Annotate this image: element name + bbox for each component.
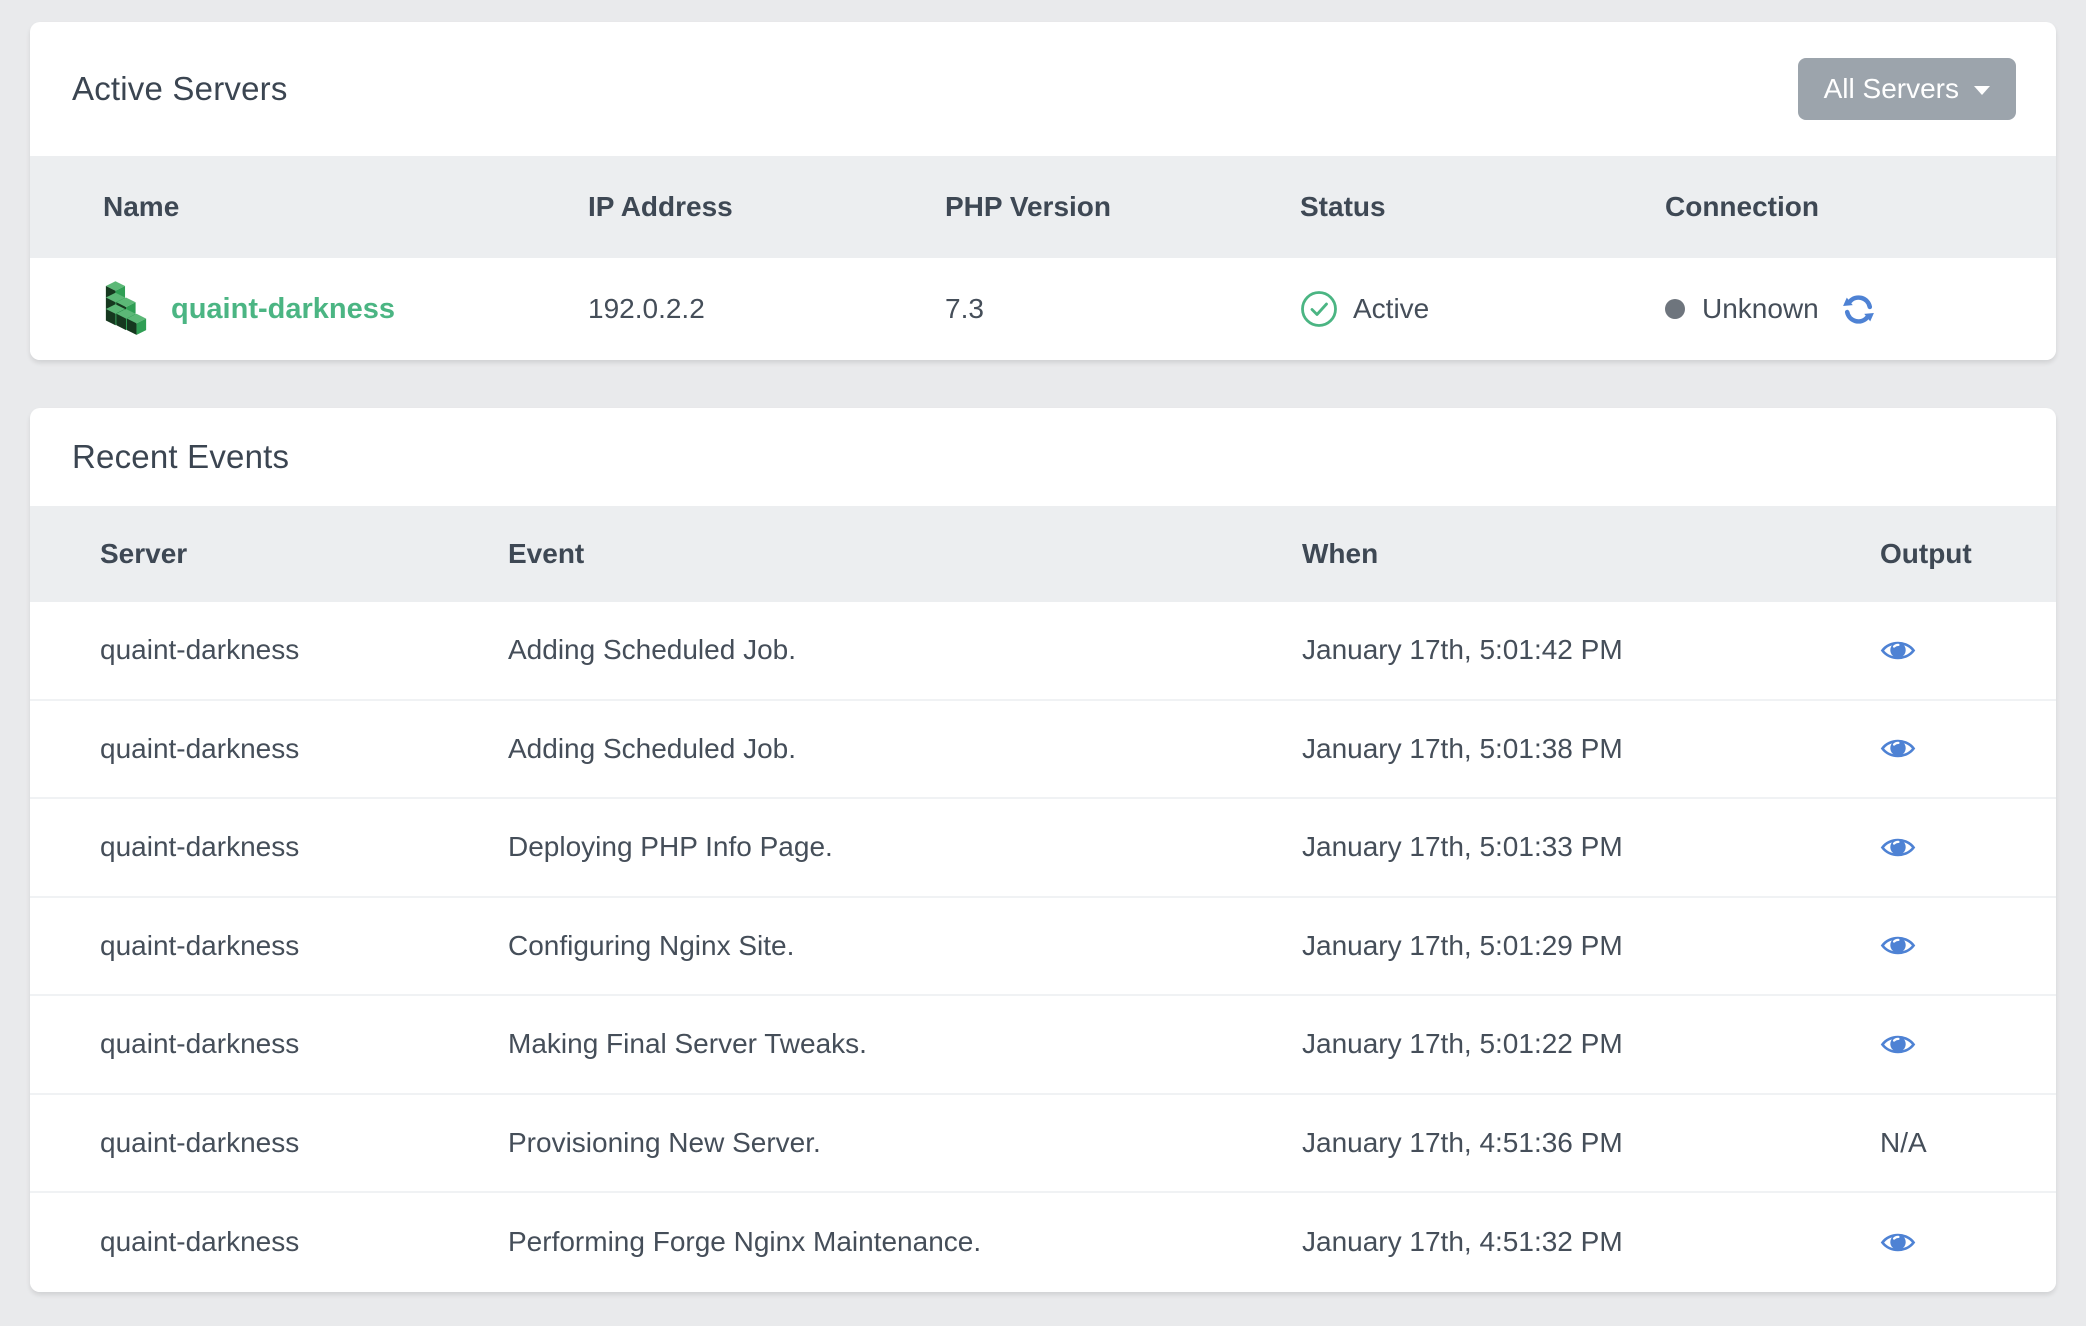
event-description: Adding Scheduled Job. (508, 733, 1302, 765)
column-header-event: Event (508, 538, 1302, 570)
event-row: quaint-darkness Making Final Server Twea… (30, 996, 2056, 1095)
event-server: quaint-darkness (100, 1028, 508, 1060)
event-row: quaint-darkness Provisioning New Server.… (30, 1095, 2056, 1194)
column-header-server: Server (100, 538, 508, 570)
refresh-icon (1840, 291, 1877, 328)
recent-events-title: Recent Events (72, 438, 289, 476)
server-status-label: Active (1353, 293, 1429, 325)
event-description: Performing Forge Nginx Maintenance. (508, 1226, 1302, 1258)
linode-cubes-icon (103, 278, 149, 340)
event-row: quaint-darkness Deploying PHP Info Page.… (30, 799, 2056, 898)
view-output-button[interactable] (1880, 1229, 1916, 1256)
event-output-cell (1880, 1031, 2056, 1058)
event-row: quaint-darkness Adding Scheduled Job. Ja… (30, 701, 2056, 800)
all-servers-dropdown-button[interactable]: All Servers (1798, 58, 2016, 120)
eye-icon (1880, 1031, 1916, 1058)
event-description: Provisioning New Server. (508, 1127, 1302, 1159)
event-description: Deploying PHP Info Page. (508, 831, 1302, 863)
event-output-cell (1880, 834, 2056, 861)
column-header-ip-address: IP Address (588, 191, 945, 223)
event-description: Configuring Nginx Site. (508, 930, 1302, 962)
eye-icon (1880, 834, 1916, 861)
event-output-cell (1880, 1229, 2056, 1256)
events-table-header: Server Event When Output (30, 506, 2056, 602)
eye-icon (1880, 1229, 1916, 1256)
event-server: quaint-darkness (100, 1226, 508, 1258)
event-output-cell (1880, 735, 2056, 762)
event-when: January 17th, 4:51:36 PM (1302, 1127, 1880, 1159)
recent-events-panel: Recent Events Server Event When Output q… (30, 408, 2056, 1292)
column-header-connection: Connection (1665, 191, 2056, 223)
server-name-link[interactable]: quaint-darkness (171, 293, 395, 326)
event-server: quaint-darkness (100, 634, 508, 666)
event-when: January 17th, 5:01:33 PM (1302, 831, 1880, 863)
active-servers-title: Active Servers (72, 70, 288, 108)
event-server: quaint-darkness (100, 831, 508, 863)
view-output-button[interactable] (1880, 834, 1916, 861)
event-row: quaint-darkness Performing Forge Nginx M… (30, 1193, 2056, 1292)
event-server: quaint-darkness (100, 733, 508, 765)
column-header-output: Output (1880, 538, 2056, 570)
column-header-php-version: PHP Version (945, 191, 1300, 223)
server-php-version: 7.3 (945, 293, 1300, 325)
server-ip-address: 192.0.2.2 (588, 293, 945, 325)
server-status-cell: Active (1300, 290, 1665, 328)
check-circle-icon (1300, 290, 1338, 328)
event-row: quaint-darkness Adding Scheduled Job. Ja… (30, 602, 2056, 701)
view-output-button[interactable] (1880, 735, 1916, 762)
server-name-cell: quaint-darkness (103, 278, 588, 340)
event-server: quaint-darkness (100, 1127, 508, 1159)
server-connection-cell: Unknown (1665, 291, 2056, 328)
view-output-button[interactable] (1880, 932, 1916, 959)
event-output-cell (1880, 932, 2056, 959)
view-output-button[interactable] (1880, 1031, 1916, 1058)
column-header-name: Name (103, 191, 588, 223)
event-output-cell (1880, 637, 2056, 664)
column-header-when: When (1302, 538, 1880, 570)
active-servers-header: Active Servers All Servers (30, 22, 2056, 156)
active-servers-panel: Active Servers All Servers Name IP Addre… (30, 22, 2056, 360)
event-when: January 17th, 5:01:22 PM (1302, 1028, 1880, 1060)
eye-icon (1880, 735, 1916, 762)
eye-icon (1880, 932, 1916, 959)
event-description: Making Final Server Tweaks. (508, 1028, 1302, 1060)
event-when: January 17th, 5:01:29 PM (1302, 930, 1880, 962)
event-row: quaint-darkness Configuring Nginx Site. … (30, 898, 2056, 997)
server-connection-label: Unknown (1702, 293, 1819, 325)
recent-events-header: Recent Events (30, 408, 2056, 506)
servers-table-header: Name IP Address PHP Version Status Conne… (30, 156, 2056, 258)
refresh-connection-button[interactable] (1840, 291, 1877, 328)
event-when: January 17th, 4:51:32 PM (1302, 1226, 1880, 1258)
column-header-status: Status (1300, 191, 1665, 223)
all-servers-dropdown-label: All Servers (1824, 73, 1959, 105)
view-output-button[interactable] (1880, 637, 1916, 664)
caret-down-icon (1974, 86, 1990, 95)
event-output-cell: N/A (1880, 1127, 2056, 1159)
gray-dot-icon (1665, 299, 1685, 319)
event-description: Adding Scheduled Job. (508, 634, 1302, 666)
server-row: quaint-darkness 192.0.2.2 7.3 Active Unk… (30, 258, 2056, 360)
event-when: January 17th, 5:01:38 PM (1302, 733, 1880, 765)
eye-icon (1880, 637, 1916, 664)
event-server: quaint-darkness (100, 930, 508, 962)
event-when: January 17th, 5:01:42 PM (1302, 634, 1880, 666)
output-not-available-label: N/A (1880, 1127, 1927, 1158)
